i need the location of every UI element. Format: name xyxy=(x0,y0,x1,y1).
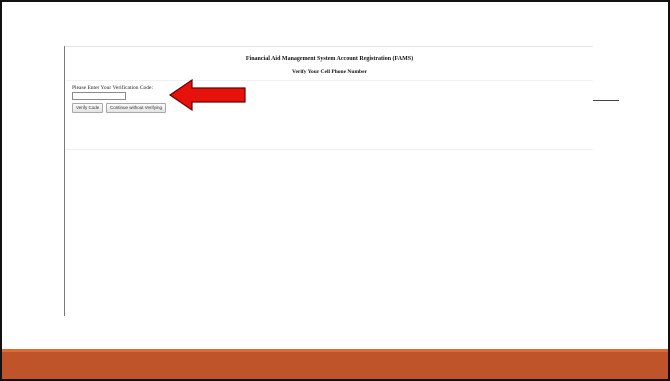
form-panel-divider xyxy=(66,149,593,150)
left-divider xyxy=(64,46,65,316)
side-marker-line xyxy=(593,100,619,101)
verification-code-label: Please Enter Your Verification Code: xyxy=(72,85,154,91)
footer-band xyxy=(2,352,668,379)
left-arrow-icon xyxy=(168,78,246,112)
continue-without-verifying-button[interactable]: Continue without Verifying xyxy=(106,103,167,113)
page-title: Financial Aid Management System Account … xyxy=(245,56,414,62)
page-subtitle: Verify Your Cell Phone Number xyxy=(292,69,367,75)
subtitle-divider xyxy=(66,80,593,81)
verify-code-button[interactable]: Verify Code xyxy=(72,103,104,113)
slide-frame: Financial Aid Management System Account … xyxy=(0,0,670,381)
verification-code-input[interactable] xyxy=(72,92,126,100)
header-divider xyxy=(66,46,593,47)
